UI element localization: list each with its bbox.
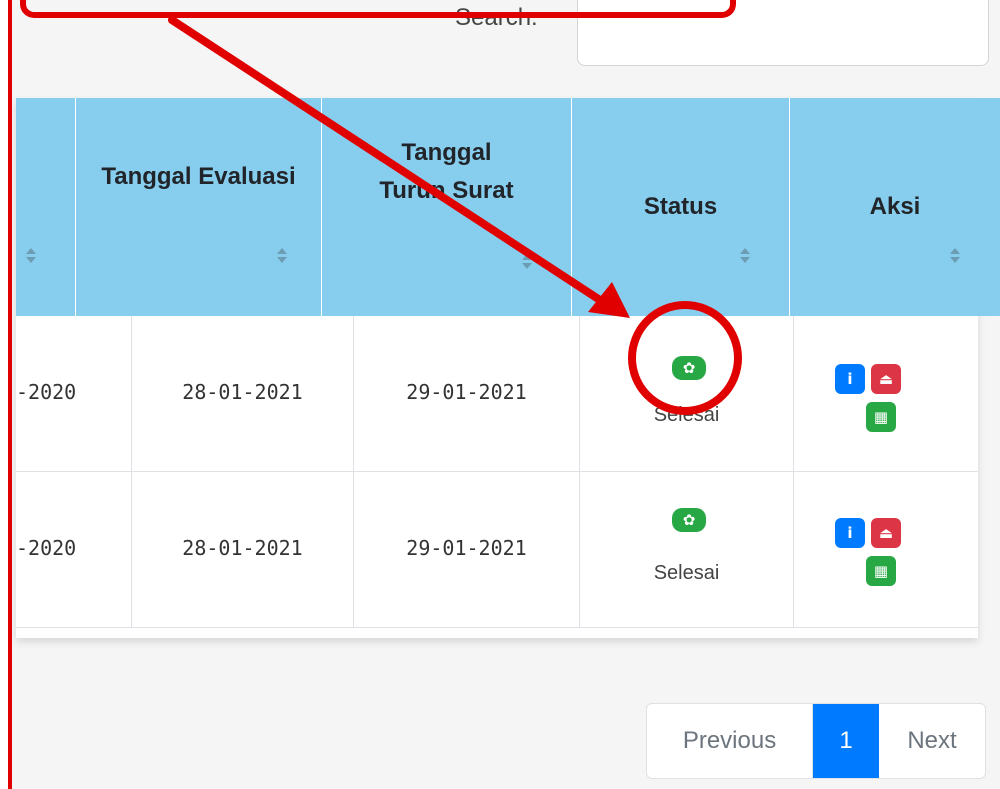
pagination-previous-button[interactable]: Previous — [647, 704, 813, 778]
th-label: Status — [643, 193, 718, 220]
annotation-box — [20, 0, 736, 18]
pagination: Previous 1 Next — [646, 703, 986, 779]
td-tanggal-turun-surat: 29-01-2021 — [354, 316, 580, 472]
th-aksi[interactable]: Aksi — [790, 98, 1000, 316]
td-status: Selesai — [580, 472, 794, 628]
table-row: -2020 28-01-2021 29-01-2021 Selesai i ⏏ … — [16, 472, 978, 628]
upload-icon[interactable]: ⏏ — [871, 518, 901, 548]
th-start-date[interactable] — [16, 98, 76, 316]
upload-icon[interactable]: ⏏ — [871, 364, 901, 394]
cell-text: 28-01-2021 — [182, 380, 303, 404]
cell-text: 29-01-2021 — [406, 536, 527, 560]
td-tanggal-turun-surat: 29-01-2021 — [354, 472, 580, 628]
calendar-icon[interactable]: ▦ — [866, 556, 896, 586]
table-row: -2020 28-01-2021 29-01-2021 Selesai i ⏏ … — [16, 316, 978, 472]
annotation-left-border — [0, 0, 12, 789]
td-tanggal-evaluasi: 28-01-2021 — [132, 472, 354, 628]
status-text: Selesai — [653, 562, 720, 584]
td-status: Selesai — [580, 316, 794, 472]
sort-icon[interactable] — [522, 254, 532, 270]
cell-text: 29-01-2021 — [406, 380, 527, 404]
gear-icon[interactable] — [672, 508, 706, 532]
info-icon[interactable]: i — [835, 364, 865, 394]
td-start-date: -2020 — [16, 472, 132, 628]
td-start-date: -2020 — [16, 316, 132, 472]
pagination-next-button[interactable]: Next — [879, 704, 985, 778]
cell-text: -2020 — [16, 380, 77, 404]
td-aksi: i ⏏ ▦ — [794, 316, 978, 472]
info-icon[interactable]: i — [835, 518, 865, 548]
th-label: Aksi — [869, 193, 921, 220]
cell-text: -2020 — [16, 536, 77, 560]
status-text: Selesai — [653, 404, 720, 426]
data-table: Tanggal Evaluasi Tanggal Turun Surat Sta… — [16, 98, 1000, 638]
sort-icon[interactable] — [740, 248, 750, 264]
td-tanggal-evaluasi: 28-01-2021 — [132, 316, 354, 472]
sort-icon[interactable] — [277, 248, 287, 264]
th-status[interactable]: Status — [572, 98, 790, 316]
gear-icon[interactable] — [672, 356, 706, 380]
cell-text: 28-01-2021 — [182, 536, 303, 560]
th-tanggal-evaluasi[interactable]: Tanggal Evaluasi — [76, 98, 322, 316]
table-header-row: Tanggal Evaluasi Tanggal Turun Surat Sta… — [16, 98, 1000, 316]
th-label: Tanggal Turun Surat — [379, 139, 514, 204]
sort-icon[interactable] — [950, 248, 960, 264]
sort-icon[interactable] — [26, 248, 36, 264]
th-tanggal-turun-surat[interactable]: Tanggal Turun Surat — [322, 98, 572, 316]
td-aksi: i ⏏ ▦ — [794, 472, 978, 628]
th-label: Tanggal Evaluasi — [101, 163, 296, 190]
calendar-icon[interactable]: ▦ — [866, 402, 896, 432]
pagination-page-1-button[interactable]: 1 — [813, 704, 879, 778]
